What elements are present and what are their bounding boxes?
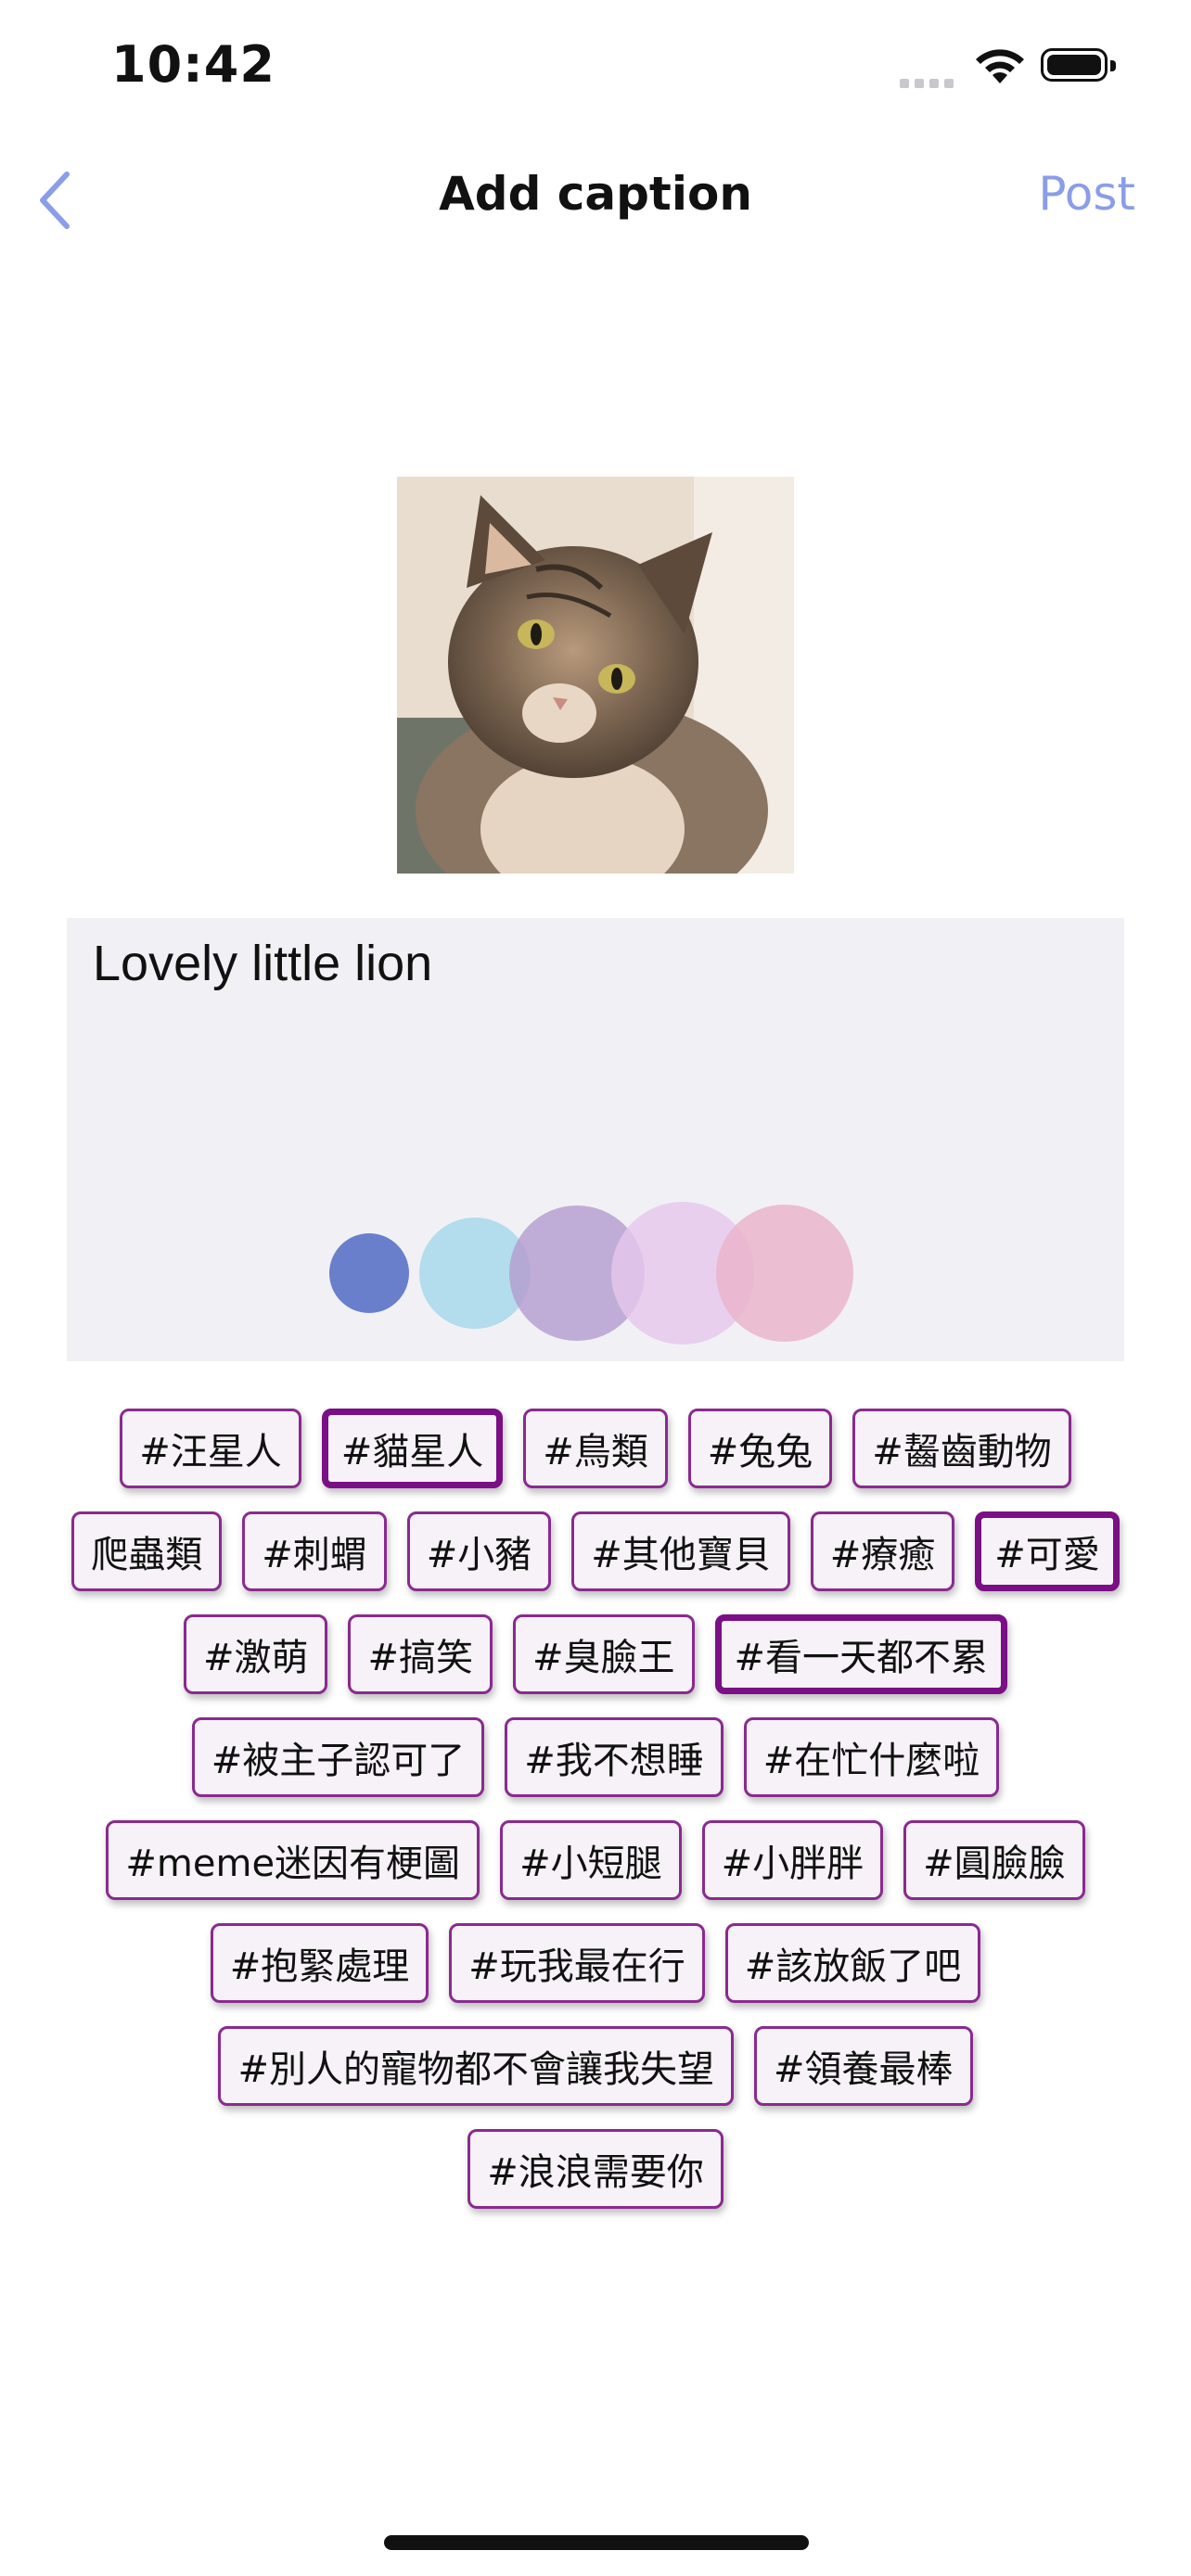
hashtag-chip[interactable]: #領養最棒	[754, 2026, 973, 2106]
color-palette-circles	[329, 1202, 853, 1345]
tag-row: #被主子認可了 #我不想睡 #在忙什麼啦	[37, 1716, 1154, 1798]
hashtag-chip[interactable]: #小豬	[406, 1511, 552, 1591]
hashtag-chip[interactable]: #汪星人	[120, 1409, 301, 1488]
palette-circle-5	[716, 1205, 853, 1342]
hashtag-chip[interactable]: #meme迷因有梗圖	[106, 1820, 480, 1900]
post-button[interactable]: Post	[1038, 167, 1135, 221]
hashtag-chip[interactable]: #刺蝟	[242, 1511, 387, 1591]
tag-row: #抱緊處理 #玩我最在行 #該放飯了吧	[37, 1922, 1154, 2004]
cellular-signal-icon	[900, 74, 959, 92]
hashtag-chip-selected[interactable]: #可愛	[975, 1511, 1120, 1591]
hashtag-chip[interactable]: #該放飯了吧	[724, 1923, 981, 2003]
hashtag-chip[interactable]: #別人的寵物都不會讓我失望	[218, 2026, 734, 2106]
hashtag-chip[interactable]: #玩我最在行	[449, 1923, 705, 2003]
hashtag-chip[interactable]: #我不想睡	[505, 1717, 724, 1797]
battery-icon	[1041, 48, 1116, 82]
status-bar: 10:42	[0, 0, 1191, 139]
hashtag-chip[interactable]: #搞笑	[348, 1614, 493, 1694]
hashtag-chip[interactable]: #激萌	[183, 1614, 328, 1694]
cat-photo	[397, 477, 794, 874]
hashtag-chip-selected[interactable]: #看一天都不累	[714, 1614, 1008, 1694]
hashtag-chip-selected[interactable]: #貓星人	[321, 1409, 504, 1488]
hashtag-chip[interactable]: #其他寶貝	[571, 1511, 790, 1591]
hashtag-chip[interactable]: #臭臉王	[513, 1614, 695, 1694]
hashtag-chip[interactable]: #兔兔	[687, 1409, 833, 1488]
tag-row: #浪浪需要你	[37, 2128, 1154, 2210]
hashtag-chip[interactable]: #鳥類	[523, 1409, 668, 1488]
tag-row: #meme迷因有梗圖 #小短腿 #小胖胖 #圓臉臉	[37, 1819, 1154, 1901]
wifi-icon	[976, 49, 1024, 83]
tag-row: #汪星人 #貓星人 #鳥類 #兔兔 #齧齒動物	[37, 1408, 1154, 1489]
hashtag-chip[interactable]: #浪浪需要你	[467, 2129, 724, 2209]
hashtag-chip[interactable]: #抱緊處理	[210, 1923, 429, 2003]
hashtag-chip[interactable]: #小短腿	[500, 1820, 682, 1900]
caption-input[interactable]: Lovely little lion	[67, 918, 1124, 1361]
page-title: Add caption	[439, 167, 752, 221]
hashtag-list: #汪星人 #貓星人 #鳥類 #兔兔 #齧齒動物 爬蟲類 #刺蝟 #小豬 #其他寶貝 #療癒 #可愛 #…	[37, 1408, 1154, 2231]
hashtag-chip[interactable]: #療癒	[810, 1511, 955, 1591]
palette-circle-1	[329, 1233, 409, 1313]
hashtag-chip[interactable]: #在忙什麼啦	[743, 1717, 1000, 1797]
hashtag-chip[interactable]: #小胖胖	[701, 1820, 884, 1900]
hashtag-chip[interactable]: #被主子認可了	[191, 1717, 485, 1797]
status-time: 10:42	[111, 35, 275, 94]
hashtag-chip[interactable]: 爬蟲類	[71, 1511, 223, 1591]
tag-row: #激萌 #搞笑 #臭臉王 #看一天都不累	[37, 1613, 1154, 1695]
tag-row: #別人的寵物都不會讓我失望 #領養最棒	[37, 2025, 1154, 2107]
home-indicator	[384, 2535, 809, 2550]
nav-bar: Add caption Post	[0, 148, 1191, 241]
hashtag-chip[interactable]: #圓臉臉	[903, 1820, 1085, 1900]
tag-row: 爬蟲類 #刺蝟 #小豬 #其他寶貝 #療癒 #可愛	[37, 1511, 1154, 1592]
hashtag-chip[interactable]: #齧齒動物	[852, 1409, 1071, 1488]
